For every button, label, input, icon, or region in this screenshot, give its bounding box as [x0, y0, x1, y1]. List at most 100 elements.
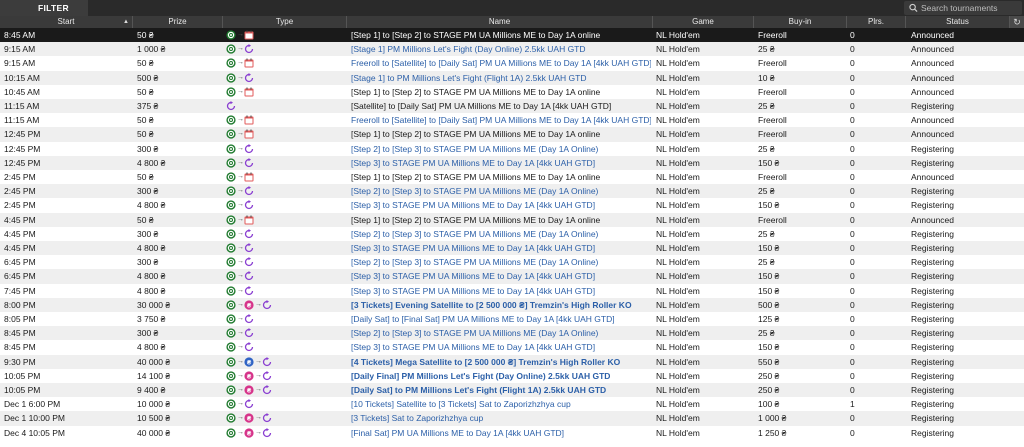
game-type: NL Hold'em — [656, 356, 700, 367]
tournament-name[interactable]: [Stage 1] PM Millions Let's Fight (Day O… — [351, 42, 651, 56]
chip-icon — [226, 257, 236, 267]
table-row[interactable]: 8:45 PM 4 800 ₴ → [Step 3] to STAGE PM UA M… — [0, 340, 1024, 355]
column-header-game[interactable]: Game — [653, 16, 754, 28]
buy-in: Freeroll — [758, 172, 787, 182]
chip-icon — [226, 44, 236, 54]
game-type: NL Hold'em — [656, 342, 700, 353]
arrow-icon: → — [237, 414, 244, 422]
column-header-prize[interactable]: Prize — [133, 16, 223, 28]
table-row[interactable]: 8:45 PM 300 ₴ → [Step 2] to [Step 3] to STA… — [0, 326, 1024, 341]
table-row[interactable]: 2:45 PM 4 800 ₴ → [Step 3] to STAGE PM UA M… — [0, 198, 1024, 213]
search-icon — [909, 3, 918, 13]
table-row[interactable]: 4:45 PM 4 800 ₴ → [Step 3] to STAGE PM UA M… — [0, 241, 1024, 256]
tournament-name[interactable]: [Daily Sat] to PM Millions Let's Fight (… — [351, 383, 651, 397]
table-row[interactable]: 12:45 PM 50 ₴ → [Step 1] to [Step 2] to STA… — [0, 127, 1024, 142]
table-row[interactable]: 7:45 PM 4 800 ₴ → [Step 3] to STAGE PM UA M… — [0, 283, 1024, 298]
game-type: NL Hold'em — [656, 385, 700, 395]
table-row[interactable]: 12:45 PM 4 800 ₴ → [Step 3] to STAGE PM UA … — [0, 155, 1024, 170]
tournament-name[interactable]: [Stage 1] to PM Millions Let's Fight (Fl… — [351, 71, 651, 85]
start-time: 12:45 PM — [4, 143, 41, 154]
players-count: 0 — [850, 115, 855, 126]
table-row[interactable]: 8:05 PM 3 750 ₴ → [Daily Sat] to [Final Sat… — [0, 312, 1024, 327]
arrow-icon: → — [237, 229, 244, 237]
tournament-name[interactable]: [Step 3] to STAGE PM UA Millions ME to D… — [351, 269, 651, 283]
column-header-name[interactable]: Name — [347, 16, 653, 28]
tournament-name[interactable]: [Step 3] to STAGE PM UA Millions ME to D… — [351, 156, 651, 170]
table-row[interactable]: 10:05 PM 9 400 ₴ → ₴ → [Daily Sat] to PM Mill… — [0, 383, 1024, 398]
table-row[interactable]: 8:00 PM 30 000 ₴ → ₴ → [3 Tickets] Evening Sa… — [0, 297, 1024, 312]
table-row[interactable]: 6:45 PM 300 ₴ → [Step 2] to [Step 3] to STA… — [0, 255, 1024, 270]
prize-amount: 50 ₴ — [137, 214, 154, 225]
tournament-name[interactable]: [Step 3] to STAGE PM UA Millions ME to D… — [351, 284, 651, 298]
column-header-players[interactable]: Plrs. — [847, 16, 906, 28]
table-row[interactable]: 6:45 PM 4 800 ₴ → [Step 3] to STAGE PM UA M… — [0, 269, 1024, 284]
table-row[interactable]: Dec 1 10:00 PM 10 500 ₴ → ₴ → [3 Tickets] Sat… — [0, 411, 1024, 426]
column-header-status[interactable]: Status — [906, 16, 1010, 28]
type-icons: → — [226, 255, 346, 269]
status-text: Registering — [911, 314, 954, 324]
tournament-name[interactable]: Freeroll to [Satellite] to [Daily Sat] P… — [351, 56, 651, 70]
tournament-name[interactable]: [Step 3] to STAGE PM UA Millions ME to D… — [351, 340, 651, 354]
tournament-name[interactable]: [Step 2] to [Step 3] to STAGE PM UA Mill… — [351, 227, 651, 241]
tournament-name[interactable]: [Step 1] to [Step 2] to STAGE PM UA Mill… — [351, 213, 651, 227]
search-input[interactable] — [921, 1, 1019, 15]
refresh-icon[interactable]: ↻ — [1010, 16, 1024, 28]
buy-in: Freeroll — [758, 115, 787, 126]
tournament-name[interactable]: [Final Sat] PM UA Millions ME to Day 1A … — [351, 426, 651, 440]
buy-in: 25 ₴ — [758, 44, 775, 55]
table-row[interactable]: Dec 1 6:00 PM 10 000 ₴ → [10 Tickets] Satel… — [0, 397, 1024, 412]
game-type: NL Hold'em — [656, 214, 700, 225]
table-row[interactable]: 4:45 PM 50 ₴ → [Step 1] to [Step 2] to STAG… — [0, 212, 1024, 227]
game-type: NL Hold'em — [656, 172, 700, 182]
tournament-name[interactable]: [3 Tickets] Evening Satellite to [2 500 … — [351, 298, 651, 312]
chip-icon — [226, 285, 236, 296]
tournament-name[interactable]: [4 Tickets] Mega Satellite to [2 500 000… — [351, 355, 651, 369]
tournament-name[interactable]: [Step 3] to STAGE PM UA Millions ME to D… — [351, 198, 651, 212]
tournament-name[interactable]: [Daily Sat] to [Final Sat] PM UA Million… — [351, 312, 651, 326]
status-text: Registering — [911, 271, 954, 282]
tournament-name[interactable]: Freeroll to [Satellite] to [Daily Sat] P… — [351, 113, 651, 127]
top-toolbar: FILTER — [0, 0, 1024, 16]
filter-tab[interactable]: FILTER — [0, 0, 88, 16]
tournament-name[interactable]: [Step 1] to [Step 2] to STAGE PM UA Mill… — [351, 85, 651, 99]
arrow-icon: → — [237, 87, 244, 95]
buy-in: Freeroll — [758, 129, 787, 140]
tournament-name[interactable]: [Daily Final] PM Millions Let's Fight (D… — [351, 369, 651, 383]
rebuy-icon — [244, 314, 254, 324]
chip-icon — [226, 58, 236, 68]
tournament-name[interactable]: [Step 1] to [Step 2] to STAGE PM UA Mill… — [351, 127, 651, 141]
table-row[interactable]: 10:45 AM 50 ₴ → [Step 1] to [Step 2] to STA… — [0, 84, 1024, 99]
table-row[interactable]: Dec 4 10:05 PM 40 000 ₴ → ₴ → [Final Sat] PM … — [0, 425, 1024, 440]
tournament-name[interactable]: [Step 1] to [Step 2] to STAGE PM UA Mill… — [351, 170, 651, 184]
column-header-buyin[interactable]: Buy-in — [754, 16, 847, 28]
table-row[interactable]: 9:30 PM 40 000 ₴ → ₴ → [4 Tickets] Mega Satel… — [0, 354, 1024, 369]
table-row[interactable]: 12:45 PM 300 ₴ → [Step 2] to [Step 3] to ST… — [0, 141, 1024, 156]
tournament-name[interactable]: [Step 2] to [Step 3] to STAGE PM UA Mill… — [351, 184, 651, 198]
prize-amount: 4 800 ₴ — [137, 200, 166, 211]
table-row[interactable]: 11:15 AM 50 ₴ → Freeroll to [Satellite] to … — [0, 113, 1024, 128]
tournament-name[interactable]: [Step 2] to [Step 3] to STAGE PM UA Mill… — [351, 255, 651, 269]
column-header-type[interactable]: Type — [223, 16, 347, 28]
table-row[interactable]: 2:45 PM 50 ₴ → [Step 1] to [Step 2] to STAG… — [0, 170, 1024, 185]
column-header-start[interactable]: Start ▲ — [0, 16, 133, 28]
table-row[interactable]: 9:15 AM 50 ₴ → Freeroll to [Satellite] to [… — [0, 56, 1024, 71]
tournament-name[interactable]: [10 Tickets] Satellite to [3 Tickets] Sa… — [351, 397, 651, 411]
table-row[interactable]: 2:45 PM 300 ₴ → [Step 2] to [Step 3] to STA… — [0, 184, 1024, 199]
type-icons: → — [226, 71, 346, 85]
table-row[interactable]: 4:45 PM 300 ₴ → [Step 2] to [Step 3] to STA… — [0, 226, 1024, 241]
tournament-name[interactable]: [Step 1] to [Step 2] to STAGE PM UA Mill… — [351, 28, 651, 42]
prize-amount: 3 750 ₴ — [137, 314, 166, 324]
table-row[interactable]: 11:15 AM 375 ₴ [Satellite] to [Daily Sat] … — [0, 99, 1024, 114]
table-row[interactable]: 10:15 AM 500 ₴ → [Stage 1] to PM Millions L… — [0, 70, 1024, 85]
search-box[interactable] — [904, 1, 1022, 15]
chip-icon — [226, 72, 236, 83]
tournament-name[interactable]: [Step 2] to [Step 3] to STAGE PM UA Mill… — [351, 326, 651, 340]
table-row[interactable]: 8:45 AM 50 ₴ → [Step 1] to [Step 2] to STAG… — [0, 28, 1024, 43]
tournament-name[interactable]: [Step 3] to STAGE PM UA Millions ME to D… — [351, 241, 651, 255]
tournament-name[interactable]: [3 Tickets] Sat to Zaporizhzhya cup — [351, 411, 651, 425]
tournament-name[interactable]: [Step 2] to [Step 3] to STAGE PM UA Mill… — [351, 142, 651, 156]
start-time: 2:45 PM — [4, 186, 36, 197]
table-row[interactable]: 9:15 AM 1 000 ₴ → [Stage 1] PM Millions Let… — [0, 42, 1024, 57]
table-row[interactable]: 10:05 PM 14 100 ₴ → ₴ → [Daily Final] PM Mill… — [0, 368, 1024, 383]
tournament-name[interactable]: [Satellite] to [Daily Sat] PM UA Million… — [351, 99, 651, 113]
